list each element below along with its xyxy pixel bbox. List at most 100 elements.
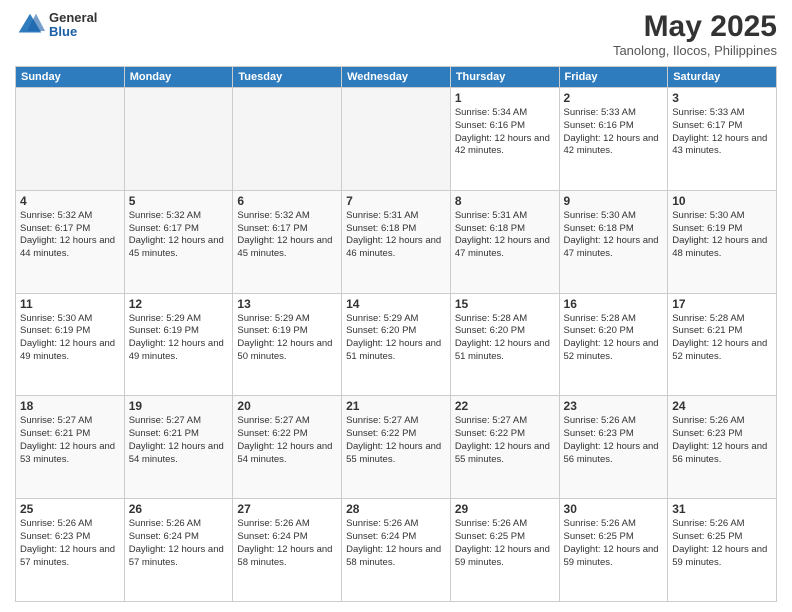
day-info: Sunrise: 5:32 AMSunset: 6:17 PMDaylight:… [237,210,337,261]
day-cell: 21Sunrise: 5:27 AMSunset: 6:22 PMDayligh… [342,396,451,499]
day-number: 5 [129,194,229,208]
weekday-header-sunday: Sunday [16,67,125,88]
day-number: 3 [672,91,772,105]
day-number: 16 [564,297,664,311]
day-number: 30 [564,502,664,516]
day-cell [16,88,125,191]
day-cell: 12 Sunrise: 5:29 AMSunset: 6:19 PMDayligh… [124,293,233,396]
weekday-header-row: SundayMondayTuesdayWednesdayThursdayFrid… [16,67,777,88]
day-number: 28 [346,502,446,516]
day-info: Sunrise: 5:30 AMSunset: 6:18 PMDaylight:… [564,210,664,261]
day-number: 18 [20,399,120,413]
day-cell: 17Sunrise: 5:28 AMSunset: 6:21 PMDayligh… [668,293,777,396]
title-area: May 2025 Tanolong, Ilocos, Philippines [613,10,777,58]
day-number: 7 [346,194,446,208]
logo-icon [15,10,45,40]
week-row-5: 25Sunrise: 5:26 AMSunset: 6:23 PMDayligh… [16,499,777,602]
weekday-header-wednesday: Wednesday [342,67,451,88]
day-info: Sunrise: 5:26 AMSunset: 6:23 PMDaylight:… [20,518,120,569]
day-cell: 1 Sunrise: 5:34 AMSunset: 6:16 PMDaylight… [450,88,559,191]
day-cell: 31 Sunrise: 5:26 AMSunset: 6:25 PMDayligh… [668,499,777,602]
day-info: Sunrise: 5:26 AMSunset: 6:23 PMDaylight:… [564,415,664,466]
day-info: Sunrise: 5:27 AMSunset: 6:22 PMDaylight:… [346,415,446,466]
day-info: Sunrise: 5:26 AMSunset: 6:23 PMDaylight:… [672,415,772,466]
day-cell: 22 Sunrise: 5:27 AMSunset: 6:22 PMDayligh… [450,396,559,499]
day-info: Sunrise: 5:26 AMSunset: 6:25 PMDaylight:… [672,518,772,569]
day-cell: 5 Sunrise: 5:32 AMSunset: 6:17 PMDaylight… [124,190,233,293]
day-number: 2 [564,91,664,105]
day-number: 14 [346,297,446,311]
day-info: Sunrise: 5:29 AMSunset: 6:19 PMDaylight:… [129,313,229,364]
day-info: Sunrise: 5:32 AMSunset: 6:17 PMDaylight:… [129,210,229,261]
day-cell: 23 Sunrise: 5:26 AMSunset: 6:23 PMDayligh… [559,396,668,499]
day-number: 24 [672,399,772,413]
location: Tanolong, Ilocos, Philippines [613,43,777,58]
calendar-container: General Blue May 2025 Tanolong, Ilocos, … [0,0,792,612]
week-row-1: 1 Sunrise: 5:34 AMSunset: 6:16 PMDaylight… [16,88,777,191]
day-cell: 13 Sunrise: 5:29 AMSunset: 6:19 PMDayligh… [233,293,342,396]
month-title: May 2025 [613,10,777,43]
day-info: Sunrise: 5:30 AMSunset: 6:19 PMDaylight:… [20,313,120,364]
day-info: Sunrise: 5:30 AMSunset: 6:19 PMDaylight:… [672,210,772,261]
day-number: 23 [564,399,664,413]
day-info: Sunrise: 5:26 AMSunset: 6:25 PMDaylight:… [564,518,664,569]
day-cell: 16 Sunrise: 5:28 AMSunset: 6:20 PMDayligh… [559,293,668,396]
day-number: 27 [237,502,337,516]
day-cell: 2 Sunrise: 5:33 AMSunset: 6:16 PMDaylight… [559,88,668,191]
day-info: Sunrise: 5:29 AMSunset: 6:19 PMDaylight:… [237,313,337,364]
logo: General Blue [15,10,97,40]
day-info: Sunrise: 5:34 AMSunset: 6:16 PMDaylight:… [455,107,555,158]
day-cell: 29 Sunrise: 5:26 AMSunset: 6:25 PMDayligh… [450,499,559,602]
day-info: Sunrise: 5:29 AMSunset: 6:20 PMDaylight:… [346,313,446,364]
day-number: 12 [129,297,229,311]
day-number: 9 [564,194,664,208]
day-cell: 20 Sunrise: 5:27 AMSunset: 6:22 PMDayligh… [233,396,342,499]
day-cell: 19 Sunrise: 5:27 AMSunset: 6:21 PMDayligh… [124,396,233,499]
day-cell: 26 Sunrise: 5:26 AMSunset: 6:24 PMDayligh… [124,499,233,602]
day-info: Sunrise: 5:32 AMSunset: 6:17 PMDaylight:… [20,210,120,261]
day-number: 19 [129,399,229,413]
day-info: Sunrise: 5:31 AMSunset: 6:18 PMDaylight:… [346,210,446,261]
logo-text: General Blue [49,11,97,40]
logo-blue: Blue [49,25,97,39]
header: General Blue May 2025 Tanolong, Ilocos, … [15,10,777,58]
day-cell: 3Sunrise: 5:33 AMSunset: 6:17 PMDaylight… [668,88,777,191]
day-number: 8 [455,194,555,208]
day-number: 10 [672,194,772,208]
week-row-4: 18 Sunrise: 5:27 AMSunset: 6:21 PMDayligh… [16,396,777,499]
day-cell: 18Sunrise: 5:27 AMSunset: 6:21 PMDayligh… [16,396,125,499]
day-cell: 10 Sunrise: 5:30 AMSunset: 6:19 PMDayligh… [668,190,777,293]
day-cell: 8 Sunrise: 5:31 AMSunset: 6:18 PMDaylight… [450,190,559,293]
day-info: Sunrise: 5:27 AMSunset: 6:22 PMDaylight:… [455,415,555,466]
day-number: 17 [672,297,772,311]
day-cell: 6 Sunrise: 5:32 AMSunset: 6:17 PMDaylight… [233,190,342,293]
day-info: Sunrise: 5:26 AMSunset: 6:25 PMDaylight:… [455,518,555,569]
day-number: 22 [455,399,555,413]
day-info: Sunrise: 5:28 AMSunset: 6:20 PMDaylight:… [564,313,664,364]
week-row-2: 4Sunrise: 5:32 AMSunset: 6:17 PMDaylight… [16,190,777,293]
day-cell [342,88,451,191]
day-info: Sunrise: 5:27 AMSunset: 6:22 PMDaylight:… [237,415,337,466]
day-number: 6 [237,194,337,208]
day-cell: 11 Sunrise: 5:30 AMSunset: 6:19 PMDayligh… [16,293,125,396]
day-number: 29 [455,502,555,516]
day-number: 11 [20,297,120,311]
day-number: 31 [672,502,772,516]
day-info: Sunrise: 5:31 AMSunset: 6:18 PMDaylight:… [455,210,555,261]
day-info: Sunrise: 5:27 AMSunset: 6:21 PMDaylight:… [129,415,229,466]
day-info: Sunrise: 5:33 AMSunset: 6:16 PMDaylight:… [564,107,664,158]
day-info: Sunrise: 5:28 AMSunset: 6:20 PMDaylight:… [455,313,555,364]
weekday-header-friday: Friday [559,67,668,88]
day-number: 1 [455,91,555,105]
calendar-body: 1 Sunrise: 5:34 AMSunset: 6:16 PMDaylight… [16,88,777,602]
day-cell: 28 Sunrise: 5:26 AMSunset: 6:24 PMDayligh… [342,499,451,602]
day-info: Sunrise: 5:26 AMSunset: 6:24 PMDaylight:… [237,518,337,569]
day-number: 20 [237,399,337,413]
day-number: 26 [129,502,229,516]
day-info: Sunrise: 5:26 AMSunset: 6:24 PMDaylight:… [129,518,229,569]
day-info: Sunrise: 5:26 AMSunset: 6:24 PMDaylight:… [346,518,446,569]
day-number: 13 [237,297,337,311]
day-cell: 30 Sunrise: 5:26 AMSunset: 6:25 PMDayligh… [559,499,668,602]
day-cell: 4Sunrise: 5:32 AMSunset: 6:17 PMDaylight… [16,190,125,293]
day-cell [233,88,342,191]
